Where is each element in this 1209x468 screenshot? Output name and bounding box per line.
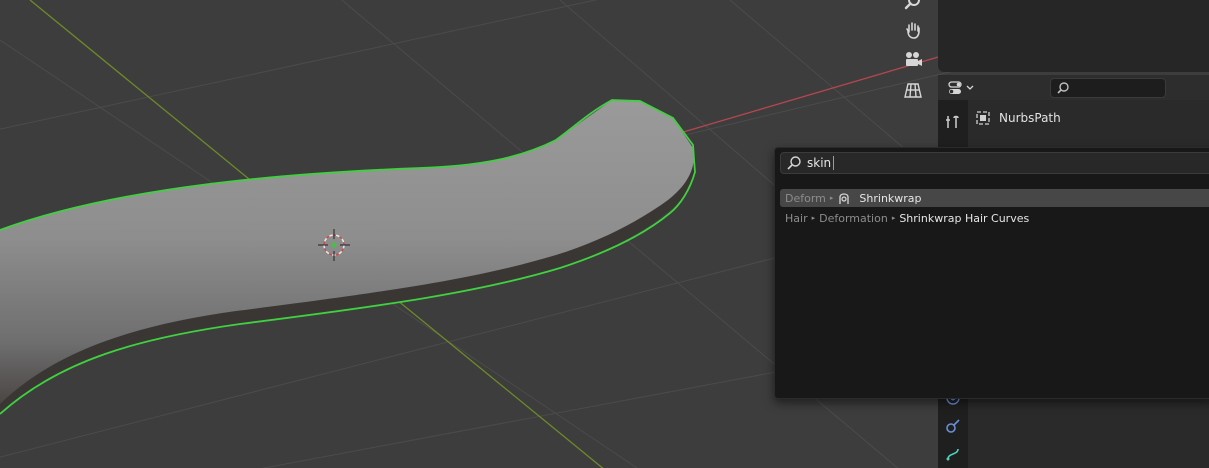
result-path-segment: Deformation bbox=[819, 211, 888, 225]
object-origin-dot bbox=[331, 242, 337, 248]
properties-search-input[interactable] bbox=[1050, 78, 1166, 98]
path-separator-icon: ▸ bbox=[811, 214, 816, 222]
object-name-row: NurbsPath bbox=[975, 106, 1061, 130]
camera-view-button[interactable] bbox=[898, 46, 928, 74]
curve-data-icon[interactable] bbox=[945, 445, 961, 461]
toggle-icon bbox=[948, 81, 962, 94]
outliner-panel[interactable] bbox=[938, 0, 1209, 72]
chevron-down-icon bbox=[966, 85, 974, 90]
search-query: skin bbox=[807, 156, 832, 170]
object-icon bbox=[976, 111, 990, 125]
path-separator-icon: ▸ bbox=[891, 214, 896, 222]
zoom-button[interactable] bbox=[898, 0, 928, 16]
popup-search-field[interactable]: skin bbox=[780, 152, 1209, 174]
camera-icon bbox=[906, 52, 922, 66]
zoom-icon bbox=[904, 0, 920, 10]
search-result-shrinkwrap-hair-curves[interactable]: Hair ▸ Deformation ▸ Shrinkwrap Hair Cur… bbox=[780, 209, 1209, 227]
operator-search-popup[interactable]: skin Deform ▸ Shrinkwrap Hair ▸ Deformat… bbox=[774, 147, 1209, 399]
result-label: Shrinkwrap bbox=[859, 191, 922, 205]
shrinkwrap-icon bbox=[839, 193, 850, 204]
properties-display-toggle[interactable] bbox=[946, 79, 976, 97]
object-name: NurbsPath bbox=[999, 111, 1061, 125]
pan-hand-icon bbox=[906, 22, 920, 39]
grid-view-icon bbox=[904, 83, 922, 98]
result-label: Shrinkwrap Hair Curves bbox=[899, 211, 1030, 225]
perspective-toggle-button[interactable] bbox=[898, 76, 928, 104]
result-path-segment: Hair bbox=[785, 211, 808, 225]
search-result-shrinkwrap[interactable]: Deform ▸ Shrinkwrap bbox=[780, 189, 1209, 207]
result-path-segment: Deform bbox=[785, 191, 826, 205]
search-icon bbox=[787, 156, 801, 170]
pan-button[interactable] bbox=[898, 16, 928, 44]
tool-settings-icon[interactable] bbox=[944, 113, 962, 131]
search-icon bbox=[1057, 82, 1069, 94]
text-caret bbox=[833, 156, 834, 170]
constraints-icon[interactable] bbox=[945, 418, 961, 434]
path-separator-icon: ▸ bbox=[829, 194, 834, 202]
